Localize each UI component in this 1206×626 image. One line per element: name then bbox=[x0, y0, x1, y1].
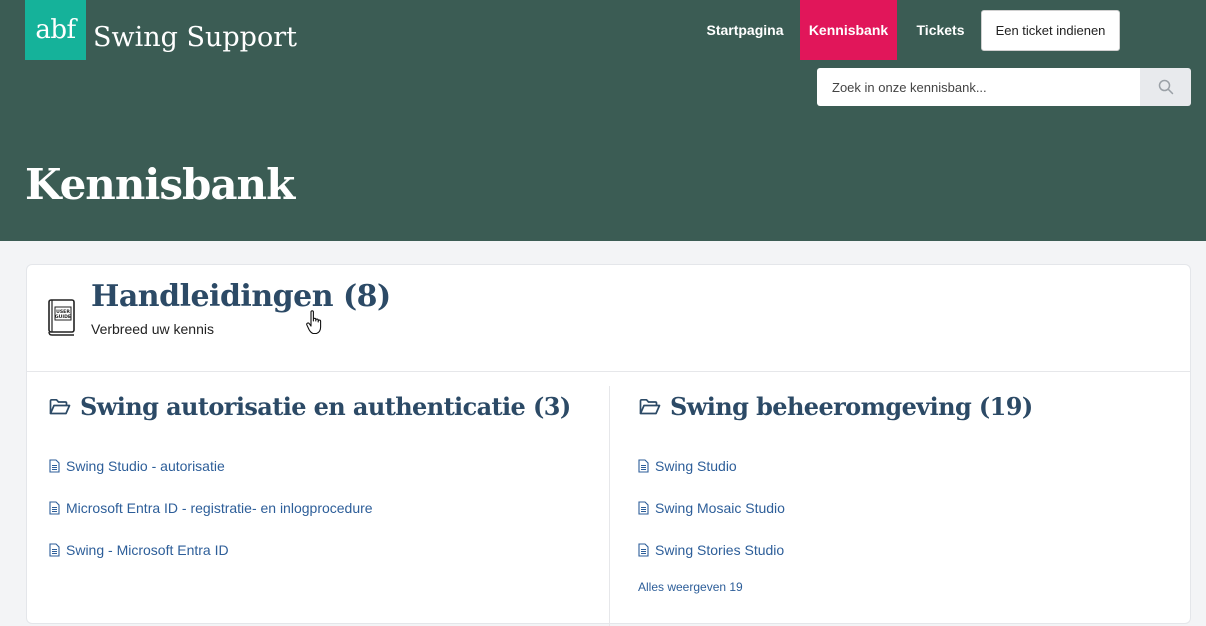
search-input[interactable] bbox=[817, 68, 1140, 106]
article-link[interactable]: Swing Studio - autorisatie bbox=[49, 458, 225, 474]
nav-home[interactable]: Startpagina bbox=[700, 0, 790, 60]
hand-cursor-icon bbox=[306, 310, 322, 335]
article-title: Swing - Microsoft Entra ID bbox=[66, 542, 229, 558]
category-title[interactable]: Handleidingen (8) bbox=[91, 279, 391, 314]
folder-title-beheeromgeving[interactable]: Swing beheeromgeving (19) bbox=[670, 392, 1033, 421]
document-icon bbox=[638, 543, 649, 557]
article-link[interactable]: Swing Stories Studio bbox=[638, 542, 784, 558]
submit-ticket-button[interactable]: Een ticket indienen bbox=[981, 10, 1120, 51]
category-description: Verbreed uw kennis bbox=[91, 321, 214, 337]
article-link[interactable]: Microsoft Entra ID - registratie- en inl… bbox=[49, 500, 373, 516]
article-title: Microsoft Entra ID - registratie- en inl… bbox=[66, 500, 373, 516]
article-link[interactable]: Swing Studio bbox=[638, 458, 737, 474]
document-icon bbox=[638, 459, 649, 473]
show-all-link[interactable]: Alles weergeven 19 bbox=[638, 580, 743, 594]
search-button[interactable] bbox=[1140, 68, 1191, 106]
article-link[interactable]: Swing - Microsoft Entra ID bbox=[49, 542, 229, 558]
site-name[interactable]: Swing Support bbox=[93, 22, 297, 53]
divider bbox=[27, 371, 1190, 372]
article-title: Swing Studio bbox=[655, 458, 737, 474]
article-link[interactable]: Swing Mosaic Studio bbox=[638, 500, 785, 516]
logo-text: abf bbox=[35, 15, 76, 45]
search-icon bbox=[1158, 79, 1173, 95]
document-icon bbox=[49, 459, 60, 473]
folder-open-icon bbox=[639, 398, 661, 415]
user-guide-book-icon: USER GUIDE bbox=[48, 299, 75, 336]
folder-title-autorisatie[interactable]: Swing autorisatie en authenticatie (3) bbox=[80, 392, 571, 421]
column-divider bbox=[609, 386, 610, 626]
logo[interactable]: abf bbox=[25, 0, 86, 60]
document-icon bbox=[638, 501, 649, 515]
folder-open-icon bbox=[49, 398, 71, 415]
article-title: Swing Studio - autorisatie bbox=[66, 458, 225, 474]
nav-knowledge-base[interactable]: Kennisbank bbox=[800, 0, 897, 60]
article-title: Swing Mosaic Studio bbox=[655, 500, 785, 516]
nav-tickets[interactable]: Tickets bbox=[907, 0, 974, 60]
category-card: USER GUIDE Handleidingen (8) Verbreed uw… bbox=[26, 264, 1191, 626]
site-header: abf Swing Support Startpagina Kennisbank… bbox=[0, 0, 1206, 241]
book-icon-line-2: GUIDE bbox=[55, 314, 71, 320]
document-icon bbox=[49, 501, 60, 515]
article-title: Swing Stories Studio bbox=[655, 542, 785, 558]
document-icon bbox=[49, 543, 60, 557]
page-title: Kennisbank bbox=[25, 160, 295, 209]
